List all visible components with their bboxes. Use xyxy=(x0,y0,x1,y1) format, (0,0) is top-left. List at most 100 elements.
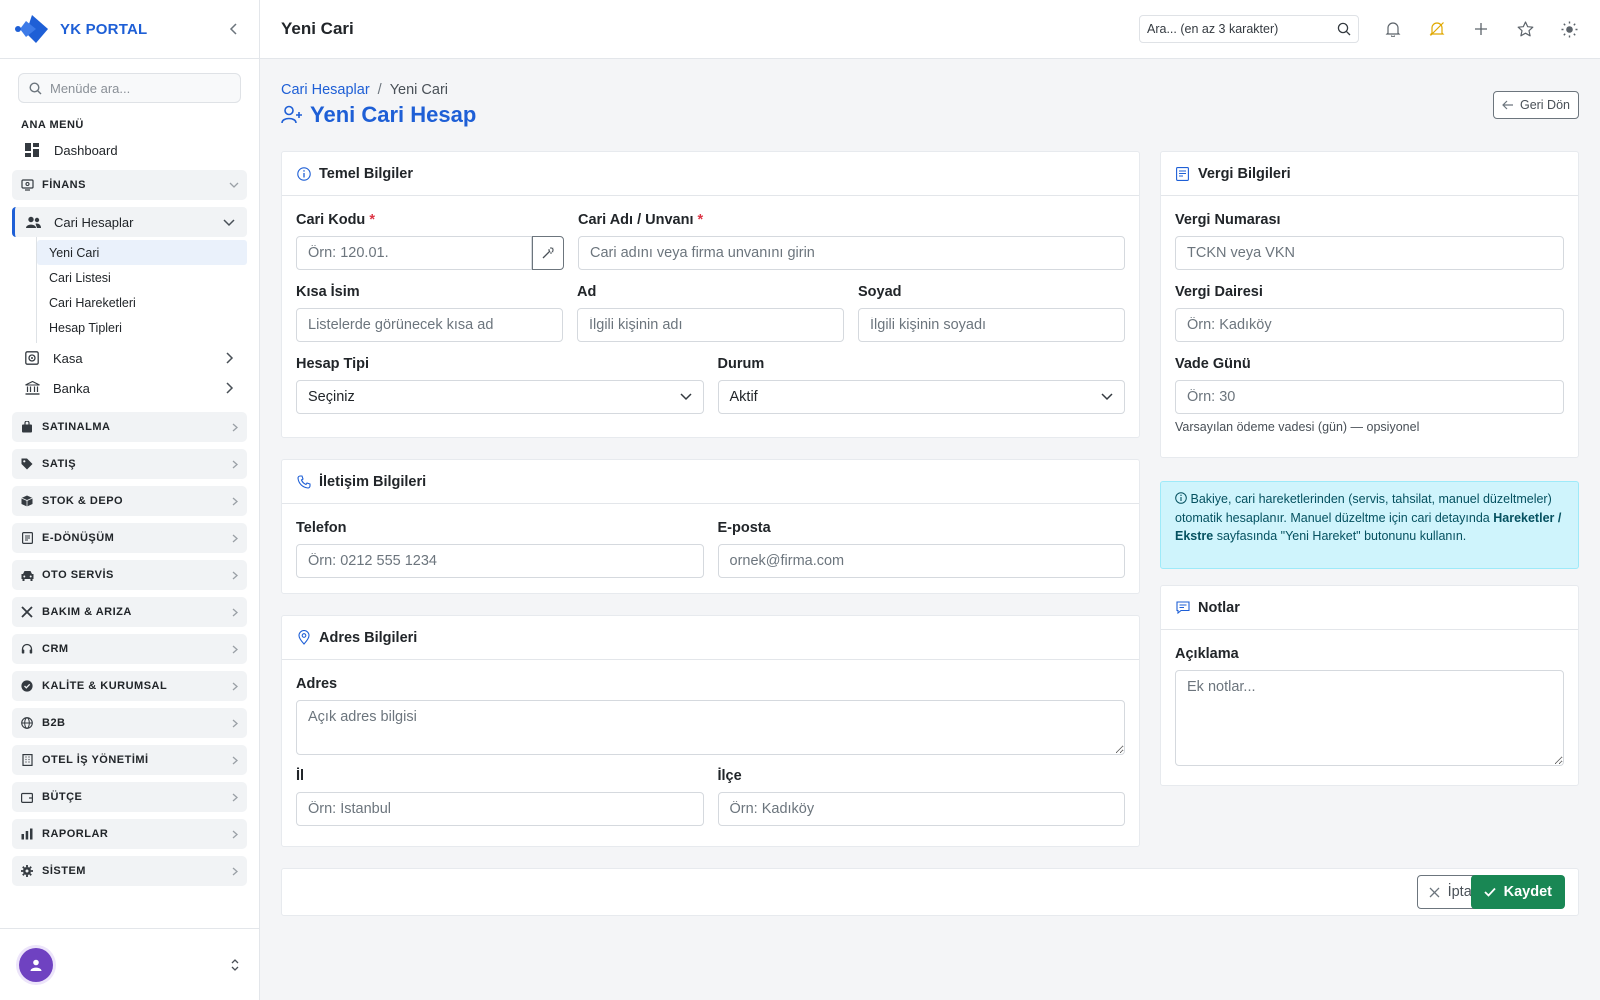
form-row: Telefon E-posta xyxy=(296,520,1125,578)
cari-adi-label: Cari Adı / Unvanı * xyxy=(578,212,1125,228)
nav-banka[interactable]: Banka xyxy=(12,373,247,403)
hesap-tipi-select[interactable]: Seçiniz xyxy=(296,380,704,414)
dashboard-icon xyxy=(24,142,40,158)
box-icon xyxy=(20,494,34,508)
chevron-down-icon xyxy=(679,393,692,401)
global-search-input[interactable] xyxy=(1147,22,1337,36)
back-button[interactable]: Geri Dön xyxy=(1492,91,1579,119)
subnav-hesap-tipleri[interactable]: Hesap Tipleri xyxy=(37,315,247,340)
search-icon[interactable] xyxy=(1337,22,1351,36)
sun-icon[interactable] xyxy=(1559,19,1579,39)
group-oto-servis[interactable]: OTO SERVİS xyxy=(12,560,247,590)
group-crm[interactable]: CRM xyxy=(12,634,247,664)
eposta-label: E-posta xyxy=(717,520,771,536)
nav-cari-hesaplar[interactable]: Cari Hesaplar xyxy=(12,207,247,237)
breadcrumb-parent-link[interactable]: Cari Hesaplar xyxy=(281,82,370,98)
chevron-down-icon xyxy=(229,180,239,190)
group-butce[interactable]: BÜTÇE xyxy=(12,782,247,812)
arrow-left-icon xyxy=(1502,100,1513,110)
vade-label: Vade Günü xyxy=(1175,356,1251,372)
group-e-donusum[interactable]: E-DÖNÜŞÜM xyxy=(12,523,247,553)
map-pin-icon xyxy=(296,630,311,645)
menu-search-input[interactable] xyxy=(50,80,230,96)
check-icon xyxy=(1484,887,1496,897)
menu-search xyxy=(18,73,241,103)
bell-slash-icon[interactable] xyxy=(1427,19,1447,39)
finance-icon xyxy=(20,178,34,192)
group-satis-label: SATIŞ xyxy=(42,458,77,470)
ad-input[interactable] xyxy=(577,308,844,342)
group-satis[interactable]: SATIŞ xyxy=(12,449,247,479)
building-icon xyxy=(20,753,34,767)
group-b2b[interactable]: B2B xyxy=(12,708,247,738)
ilce-label: İlçe xyxy=(717,768,742,784)
nav-dashboard[interactable]: Dashboard xyxy=(0,135,259,165)
vergi-daire-input[interactable] xyxy=(1175,308,1564,342)
card-header: Adres Bilgileri xyxy=(282,616,1139,660)
il-input[interactable] xyxy=(296,792,704,826)
adres-textarea[interactable] xyxy=(296,700,1125,755)
cari-kodu-input-group xyxy=(296,236,564,270)
main-content: Cari Hesaplar / Yeni Cari Yeni Cari Hesa… xyxy=(281,59,1579,916)
cari-adi-group: Cari Adı / Unvanı * xyxy=(578,212,1125,270)
vergi-no-input[interactable] xyxy=(1175,236,1564,270)
chevron-right-icon xyxy=(230,719,239,728)
chevron-right-icon xyxy=(230,571,239,580)
card-notlar: Notlar Açıklama xyxy=(1160,585,1579,786)
durum-select[interactable]: Aktif xyxy=(717,380,1125,414)
vergi-no-label: Vergi Numarası xyxy=(1175,212,1281,228)
kisa-isim-input[interactable] xyxy=(296,308,563,342)
aciklama-textarea[interactable] xyxy=(1175,670,1564,766)
user-menu-toggle[interactable] xyxy=(230,958,240,972)
user-icon xyxy=(30,959,42,971)
bank-icon xyxy=(24,380,40,396)
group-satinalma[interactable]: SATINALMA xyxy=(12,412,247,442)
group-bakim-ariza[interactable]: BAKIM & ARIZA xyxy=(12,597,247,627)
tools-icon xyxy=(20,605,34,619)
group-raporlar-label: RAPORLAR xyxy=(42,828,109,840)
group-stok-depo[interactable]: STOK & DEPO xyxy=(12,486,247,516)
star-icon[interactable] xyxy=(1515,19,1535,39)
save-button[interactable]: Kaydet xyxy=(1470,875,1565,909)
user-avatar[interactable] xyxy=(19,947,53,982)
card-title: İletişim Bilgileri xyxy=(319,473,427,490)
soyad-input[interactable] xyxy=(858,308,1125,342)
hesap-tipi-value: Seçiniz xyxy=(308,389,355,405)
page-title-text: Yeni Cari Hesap xyxy=(310,102,477,127)
chevron-right-icon xyxy=(230,867,239,876)
cari-kodu-label-text: Cari Kodu xyxy=(296,212,366,228)
collapse-sidebar-button[interactable] xyxy=(223,18,245,40)
group-finans[interactable]: FİNANS xyxy=(12,170,247,200)
il-label: İl xyxy=(296,768,305,784)
safe-icon xyxy=(24,350,40,366)
cari-kodu-input[interactable] xyxy=(296,236,532,270)
group-raporlar[interactable]: RAPORLAR xyxy=(12,819,247,849)
vade-input[interactable] xyxy=(1175,380,1564,414)
ilce-input[interactable] xyxy=(717,792,1125,826)
chevron-right-icon xyxy=(230,756,239,765)
generate-code-button[interactable] xyxy=(531,236,564,270)
group-crm-label: CRM xyxy=(42,643,69,655)
subnav-yeni-cari[interactable]: Yeni Cari xyxy=(37,240,247,265)
group-otel[interactable]: OTEL İŞ YÖNETİMİ xyxy=(12,745,247,775)
close-icon xyxy=(1429,887,1440,897)
telefon-input[interactable] xyxy=(296,544,704,578)
group-kalite-kurumsal[interactable]: KALİTE & KURUMSAL xyxy=(12,671,247,701)
eposta-input[interactable] xyxy=(717,544,1125,578)
plus-icon[interactable] xyxy=(1471,19,1491,39)
topbar: Yeni Cari xyxy=(260,0,1600,59)
card-vergi-bilgileri: Vergi Bilgileri Vergi Numarası Vergi Dai… xyxy=(1160,151,1579,458)
nav-dashboard-label: Dashboard xyxy=(54,142,118,158)
group-stok-label: STOK & DEPO xyxy=(42,495,124,507)
cari-adi-input[interactable] xyxy=(578,236,1125,270)
chevron-left-icon xyxy=(229,23,237,35)
card-title: Notlar xyxy=(1198,599,1240,616)
page-title: Yeni Cari Hesap xyxy=(281,102,1579,128)
bell-icon[interactable] xyxy=(1383,19,1403,39)
subnav-cari-hareketleri[interactable]: Cari Hareketleri xyxy=(37,290,247,315)
group-sistem[interactable]: SİSTEM xyxy=(12,856,247,886)
nav-kasa[interactable]: Kasa xyxy=(12,343,247,373)
subnav-cari-listesi[interactable]: Cari Listesi xyxy=(37,265,247,290)
topbar-title: Yeni Cari xyxy=(281,19,354,38)
group-kalite-label: KALİTE & KURUMSAL xyxy=(42,680,168,692)
